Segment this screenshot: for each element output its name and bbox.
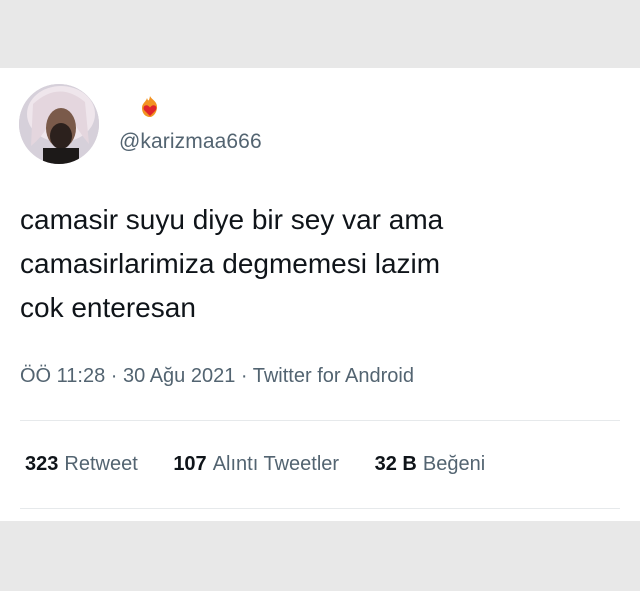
avatar-image — [19, 84, 99, 164]
quote-tweets-label: Alıntı Tweetler — [212, 453, 340, 475]
quote-tweets-count: 107 — [173, 453, 207, 475]
tweet-text-line: camasir suyu diye bir sey var ama — [20, 204, 444, 235]
likes-count: 32 B — [374, 453, 417, 475]
retweet-count: 323 — [25, 453, 59, 475]
divider — [20, 508, 620, 509]
user-handle[interactable]: @karizmaa666 — [119, 130, 262, 154]
avatar[interactable] — [19, 84, 99, 164]
tweet-timestamp[interactable]: ÖÖ 11:28 · 30 Ağu 2021 · Twitter for And… — [20, 365, 414, 388]
quote-tweets-stat[interactable]: 107 Alıntı Tweetler — [173, 453, 339, 476]
retweet-stat[interactable]: 323 Retweet — [25, 453, 138, 476]
tweet-text: camasir suyu diye bir sey var ama camasi… — [20, 198, 620, 330]
tweet-stats: 323 Retweet 107 Alıntı Tweetler 32 B Beğeni — [25, 453, 515, 476]
divider — [20, 420, 620, 421]
likes-label: Beğeni — [422, 453, 486, 475]
likes-stat[interactable]: 32 B Beğeni — [375, 453, 486, 476]
retweet-label: Retweet — [64, 453, 138, 475]
fire-heart-icon — [137, 94, 163, 120]
tweet-text-line: camasirlarimiza degmemesi lazim — [20, 248, 441, 279]
tweet-card: @karizmaa666 camasir suyu diye bir sey v… — [0, 68, 640, 521]
tweet-text-line: cok enteresan — [20, 292, 196, 323]
